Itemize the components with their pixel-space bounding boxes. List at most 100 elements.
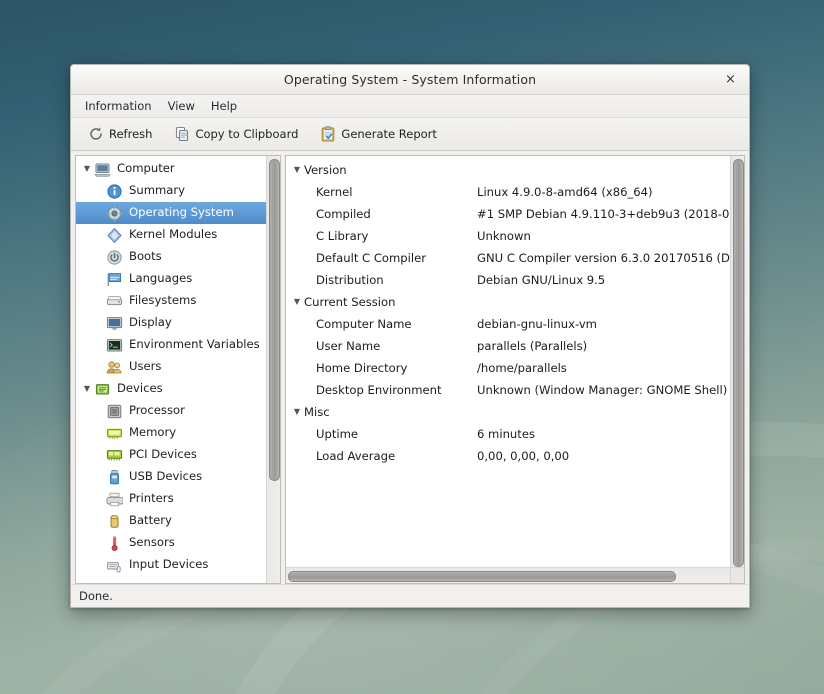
sidebar-item-sensors-label: Sensors xyxy=(129,537,175,549)
details-horizontal-scrollbar-track[interactable] xyxy=(286,567,731,583)
languages-flag-icon xyxy=(106,271,129,288)
detail-row-default-c-compiler: Default C Compiler GNU C Compiler versio… xyxy=(286,247,730,269)
sidebar-item-printers-label: Printers xyxy=(129,493,174,505)
section-header-misc[interactable]: ▼ Misc xyxy=(286,401,730,423)
copy-to-clipboard-button[interactable]: Copy to Clipboard xyxy=(165,122,307,146)
detail-key-c-library: C Library xyxy=(316,229,477,243)
details-panel: ▼ Version Kernel Linux 4.9.0-8-amd64 (x8… xyxy=(285,155,745,584)
sidebar-item-usb-devices[interactable]: USB Devices xyxy=(76,466,266,488)
menu-item-view[interactable]: View xyxy=(160,97,203,115)
chevron-down-icon[interactable]: ▼ xyxy=(80,385,94,393)
chevron-down-icon[interactable]: ▼ xyxy=(290,166,304,174)
sidebar-item-input-devices[interactable]: Input Devices xyxy=(76,554,266,576)
sidebar-item-users-label: Users xyxy=(129,361,161,373)
section-header-current-session[interactable]: ▼ Current Session xyxy=(286,291,730,313)
navigation-tree: ▼ Computer xyxy=(76,156,266,583)
sidebar-item-memory-label: Memory xyxy=(129,427,176,439)
detail-value-default-c-compiler: GNU C Compiler version 6.3.0 20170516 (D… xyxy=(477,251,730,265)
detail-value-compiled: #1 SMP Debian 4.9.110-3+deb9u3 (2018-08-… xyxy=(477,207,730,221)
thermometer-icon xyxy=(106,535,129,552)
chevron-down-icon[interactable]: ▼ xyxy=(290,298,304,306)
details-vertical-scrollbar-track[interactable] xyxy=(730,156,744,567)
detail-key-user-name: User Name xyxy=(316,339,477,353)
sidebar-item-sensors[interactable]: Sensors xyxy=(76,532,266,554)
detail-value-uptime: 6 minutes xyxy=(477,427,535,441)
pci-icon xyxy=(106,447,129,464)
sidebar-item-processor[interactable]: Processor xyxy=(76,400,266,422)
sidebar-item-summary-label: Summary xyxy=(129,185,185,197)
scrollbar-corner xyxy=(730,567,744,583)
terminal-icon xyxy=(106,337,129,354)
chevron-down-icon[interactable]: ▼ xyxy=(80,165,94,173)
sidebar-scrollbar-track[interactable] xyxy=(266,156,280,583)
details-horizontal-scrollbar-thumb[interactable] xyxy=(288,571,676,582)
detail-key-uptime: Uptime xyxy=(316,427,477,441)
menu-item-information[interactable]: Information xyxy=(77,97,160,115)
computer-icon xyxy=(94,161,117,178)
window-titlebar[interactable]: Operating System - System Information × xyxy=(71,65,749,95)
detail-row-desktop-environment: Desktop Environment Unknown (Window Mana… xyxy=(286,379,730,401)
section-title-current-session: Current Session xyxy=(304,295,395,309)
sidebar-item-operating-system[interactable]: Operating System xyxy=(76,202,266,224)
detail-row-distribution: Distribution Debian GNU/Linux 9.5 xyxy=(286,269,730,291)
generate-report-button[interactable]: Generate Report xyxy=(311,122,446,146)
report-icon xyxy=(320,126,336,142)
sidebar-scrollbar-thumb[interactable] xyxy=(269,159,280,481)
sidebar-item-input-devices-label: Input Devices xyxy=(129,559,208,571)
devices-chip-icon xyxy=(94,381,117,398)
section-header-version[interactable]: ▼ Version xyxy=(286,159,730,181)
sidebar-item-boots[interactable]: Boots xyxy=(76,246,266,268)
sidebar-item-processor-label: Processor xyxy=(129,405,185,417)
sidebar-group-devices[interactable]: ▼ Devices xyxy=(76,378,266,400)
sidebar-item-languages[interactable]: Languages xyxy=(76,268,266,290)
sidebar-item-memory[interactable]: Memory xyxy=(76,422,266,444)
detail-row-compiled: Compiled #1 SMP Debian 4.9.110-3+deb9u3 … xyxy=(286,203,730,225)
processor-icon xyxy=(106,403,129,420)
battery-icon xyxy=(106,513,129,530)
details-list: ▼ Version Kernel Linux 4.9.0-8-amd64 (x8… xyxy=(286,156,730,567)
monitor-icon xyxy=(106,315,129,332)
sidebar-item-filesystems[interactable]: Filesystems xyxy=(76,290,266,312)
detail-row-home-directory: Home Directory /home/parallels xyxy=(286,357,730,379)
detail-row-uptime: Uptime 6 minutes xyxy=(286,423,730,445)
section-title-misc: Misc xyxy=(304,405,330,419)
detail-key-compiled: Compiled xyxy=(316,207,477,221)
detail-value-kernel: Linux 4.9.0-8-amd64 (x86_64) xyxy=(477,185,653,199)
detail-row-computer-name: Computer Name debian-gnu-linux-vm xyxy=(286,313,730,335)
sidebar-item-display-label: Display xyxy=(129,317,172,329)
chevron-down-icon[interactable]: ▼ xyxy=(290,408,304,416)
power-icon xyxy=(106,249,129,266)
menubar: Information View Help xyxy=(71,95,749,118)
memory-icon xyxy=(106,425,129,442)
sidebar-item-boots-label: Boots xyxy=(129,251,162,263)
section-title-version: Version xyxy=(304,163,347,177)
printer-icon xyxy=(106,491,129,508)
sidebar-item-printers[interactable]: Printers xyxy=(76,488,266,510)
sidebar-item-battery[interactable]: Battery xyxy=(76,510,266,532)
sidebar-item-summary[interactable]: Summary xyxy=(76,180,266,202)
sidebar-item-pci-devices[interactable]: PCI Devices xyxy=(76,444,266,466)
statusbar-text: Done. xyxy=(79,589,113,603)
sidebar-item-environment-variables[interactable]: Environment Variables xyxy=(76,334,266,356)
details-vertical-scrollbar-thumb[interactable] xyxy=(733,159,744,567)
menu-item-help[interactable]: Help xyxy=(203,97,245,115)
sidebar-group-computer[interactable]: ▼ Computer xyxy=(76,158,266,180)
detail-row-kernel: Kernel Linux 4.9.0-8-amd64 (x86_64) xyxy=(286,181,730,203)
detail-value-c-library: Unknown xyxy=(477,229,531,243)
info-icon xyxy=(106,183,129,200)
detail-key-distribution: Distribution xyxy=(316,273,477,287)
detail-row-load-average: Load Average 0,00, 0,00, 0,00 xyxy=(286,445,730,467)
generate-report-button-label: Generate Report xyxy=(341,127,437,141)
sidebar-item-display[interactable]: Display xyxy=(76,312,266,334)
close-icon[interactable]: × xyxy=(722,71,739,88)
input-devices-icon xyxy=(106,557,129,574)
sidebar-item-kernel-modules[interactable]: Kernel Modules xyxy=(76,224,266,246)
sidebar-group-devices-label: Devices xyxy=(117,383,163,395)
system-information-window: Operating System - System Information × … xyxy=(70,64,750,608)
sidebar-item-users[interactable]: Users xyxy=(76,356,266,378)
refresh-button[interactable]: Refresh xyxy=(79,122,161,146)
sidebar-item-filesystems-label: Filesystems xyxy=(129,295,196,307)
detail-value-desktop-environment: Unknown (Window Manager: GNOME Shell) xyxy=(477,383,727,397)
sidebar-item-usb-devices-label: USB Devices xyxy=(129,471,202,483)
navigation-sidebar: ▼ Computer xyxy=(75,155,281,584)
